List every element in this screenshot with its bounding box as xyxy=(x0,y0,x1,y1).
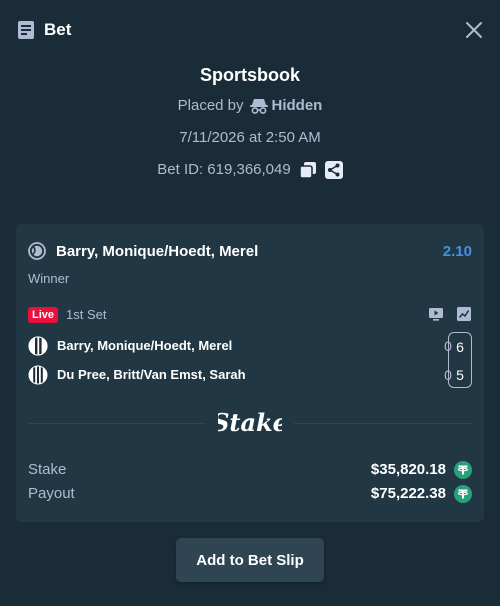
payout-row: Payout $75,222.38 xyxy=(28,484,472,504)
match-period: 1st Set xyxy=(66,307,107,322)
match-name[interactable]: Barry, Monique/Hoedt, Merel xyxy=(56,241,258,263)
divider-line xyxy=(28,423,206,424)
striped-jersey-icon xyxy=(28,365,48,385)
add-to-bet-slip-button[interactable]: Add to Bet Slip xyxy=(176,538,324,582)
copy-icon[interactable] xyxy=(298,161,317,179)
set-score-away: 5 xyxy=(456,367,464,383)
modal-title: Bet xyxy=(44,20,72,39)
incognito-icon xyxy=(249,99,268,114)
striped-jersey-icon xyxy=(28,336,48,356)
tennis-ball-icon xyxy=(28,242,46,260)
match-row: Barry, Monique/Hoedt, Merel 2.10 xyxy=(28,241,472,263)
divider-line xyxy=(294,423,472,424)
placed-by-label: Placed by xyxy=(177,97,244,114)
svg-text:Stake: Stake xyxy=(218,408,282,437)
stake-row: Stake $35,820.18 xyxy=(28,460,472,480)
tether-icon xyxy=(454,461,472,479)
team-row-home: Barry, Monique/Hoedt, Merel 0 xyxy=(28,335,472,357)
modal-header: Bet xyxy=(0,0,500,60)
hidden-user: Hidden xyxy=(249,96,323,116)
bet-id-row: Bet ID: 619,366,049 xyxy=(0,160,500,180)
set-score-home: 6 xyxy=(456,339,464,355)
team-row-away: Du Pree, Britt/Van Emst, Sarah 0 xyxy=(28,364,472,386)
bet-market: Winner xyxy=(28,271,70,286)
team-name: Barry, Monique/Hoedt, Merel xyxy=(57,338,233,353)
live-stream-icon[interactable] xyxy=(428,306,444,322)
bet-odds: 2.10 xyxy=(442,243,472,260)
stake-label: Stake xyxy=(28,461,67,478)
close-icon[interactable] xyxy=(464,20,484,40)
placed-by: Placed by Hidden xyxy=(0,96,500,116)
hidden-user-label: Hidden xyxy=(271,97,323,114)
share-icon[interactable] xyxy=(324,161,343,179)
live-actions xyxy=(428,306,472,322)
bet-card: Barry, Monique/Hoedt, Merel 2.10 Winner … xyxy=(16,224,484,522)
stake-amount: $35,820.18 xyxy=(370,461,446,478)
stats-chart-icon[interactable] xyxy=(456,306,472,322)
sportsbook-title: Sportsbook xyxy=(199,65,300,85)
bet-slip-icon xyxy=(18,21,34,39)
set-score-box: 6 5 xyxy=(448,332,472,388)
live-row: Live 1st Set xyxy=(28,306,472,324)
payout-label: Payout xyxy=(28,485,75,502)
tether-icon xyxy=(454,485,472,503)
live-badge: Live xyxy=(28,307,59,323)
bet-date: 7/11/2026 at 2:50 AM xyxy=(179,129,321,146)
stake-divider: Stake xyxy=(28,408,472,438)
bet-id: Bet ID: 619,366,049 xyxy=(157,161,291,178)
bet-info: Sportsbook Placed by Hidden 7/11/2026 at… xyxy=(0,62,500,180)
payout-amount: $75,222.38 xyxy=(370,485,446,502)
team-name: Du Pree, Britt/Van Emst, Sarah xyxy=(57,367,246,382)
stake-logo: Stake xyxy=(218,408,282,437)
